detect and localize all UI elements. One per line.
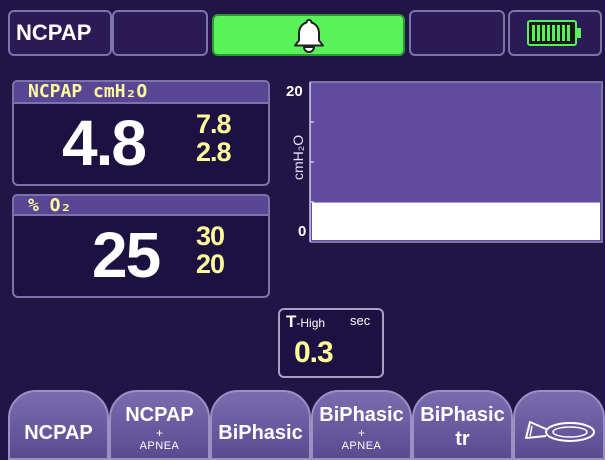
tab-interface[interactable]: [513, 390, 605, 460]
oxygen-panel-title: % O₂: [12, 194, 270, 216]
oxygen-panel[interactable]: 25 30 20: [12, 216, 270, 298]
pressure-limit-low: 2.8: [196, 137, 232, 167]
y-tick-label-min: 0: [298, 223, 306, 240]
bell-icon: [293, 19, 324, 53]
t-high-control[interactable]: T-High sec 0.3: [278, 308, 384, 378]
t-high-unit: sec: [350, 313, 371, 328]
pressure-panel-title: NCPAP cmH₂O: [12, 80, 270, 104]
pressure-limit-high: 7.8: [196, 109, 232, 139]
tab-biphasic[interactable]: BiPhasic: [210, 390, 311, 460]
tab-ncpap-apnea[interactable]: NCPAP + APNEA: [109, 390, 210, 460]
tab-ncpap-apnea-label: NCPAP: [125, 404, 194, 426]
tab-biphasic-apnea[interactable]: BiPhasic + APNEA: [311, 390, 412, 460]
pressure-chart: 20 0 cmH₂O: [282, 80, 603, 244]
tab-ncpap-apnea-plus: +: [155, 426, 163, 440]
t-high-label: T-High: [286, 312, 326, 331]
oxygen-title: % O₂: [28, 195, 72, 216]
tab-biphasic-label: BiPhasic: [218, 422, 303, 444]
mode-label: NCPAP: [16, 20, 92, 45]
pressure-title: NCPAP cmH₂O: [28, 81, 148, 102]
battery-indicator: [508, 10, 602, 56]
t-high-value: 0.3: [294, 336, 334, 369]
y-tick-label-max: 20: [286, 83, 303, 100]
tab-biphasic-apnea-label: BiPhasic: [319, 404, 404, 426]
pressure-value: 4.8: [62, 107, 147, 179]
y-axis-label: cmH₂O: [290, 135, 306, 180]
pressure-bar: [312, 202, 600, 240]
mode-indicator[interactable]: NCPAP: [8, 10, 112, 56]
status-slot-2: [409, 10, 505, 56]
tab-biphasic-tr[interactable]: BiPhasic tr: [412, 390, 513, 460]
battery-icon: [527, 20, 581, 46]
status-slot-1: [112, 10, 208, 56]
nasal-mask-icon: [525, 421, 595, 442]
oxygen-value: 25: [92, 219, 161, 291]
tab-ncpap-label: NCPAP: [24, 422, 93, 444]
tab-biphasic-apnea-sub: APNEA: [341, 440, 382, 452]
tab-ncpap[interactable]: NCPAP: [8, 390, 109, 460]
alarm-button[interactable]: [212, 14, 405, 56]
tab-biphasic-tr-label: BiPhasic: [420, 404, 505, 426]
pressure-panel[interactable]: 4.8 7.8 2.8: [12, 104, 270, 186]
oxygen-limit-low: 20: [196, 249, 225, 279]
oxygen-limit-high: 30: [196, 221, 225, 251]
tab-biphasic-apnea-plus: +: [357, 426, 365, 440]
tab-biphasic-tr-line2: tr: [455, 428, 470, 450]
tab-ncpap-apnea-sub: APNEA: [139, 440, 180, 452]
